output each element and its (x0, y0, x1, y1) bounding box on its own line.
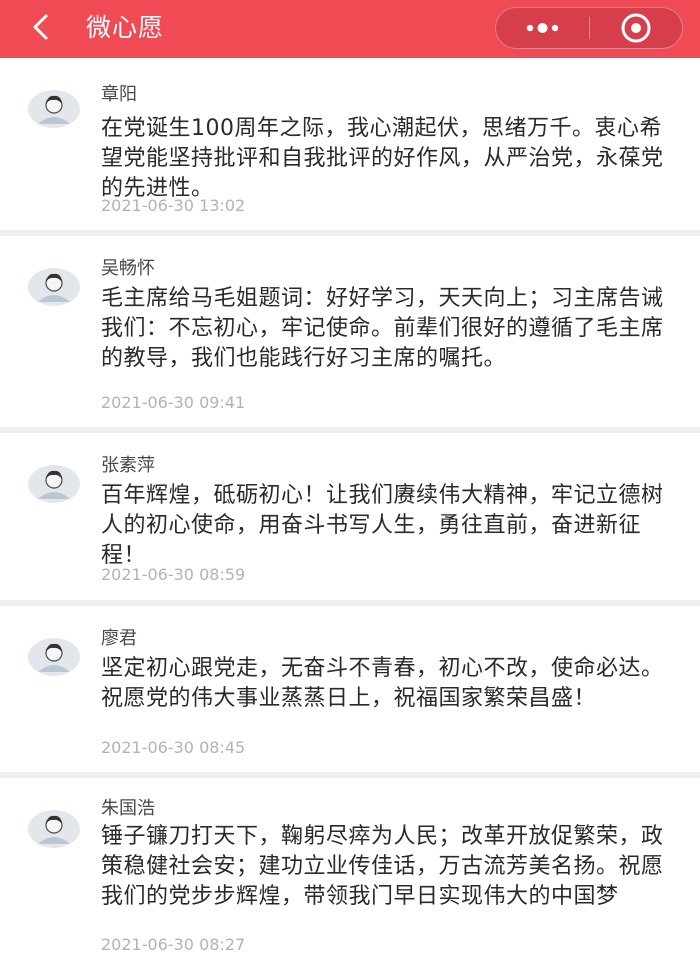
target-circle-icon (621, 13, 651, 43)
back-chevron-icon (33, 14, 48, 40)
mini-program-capsule (495, 7, 683, 49)
more-button[interactable] (496, 8, 589, 48)
comment-item: 廖君 坚定初心跟党走，无奋斗不青春，初心不改，使命必达。祝愿党的伟大事业蒸蒸日上… (0, 606, 700, 778)
comment-time: 2021-06-30 09:41 (101, 393, 246, 412)
commenter-name: 张素萍 (101, 455, 155, 476)
comment-time: 2021-06-30 08:45 (101, 738, 246, 757)
app-screen: 微心愿 章阳 在党诞生100周年之际，我心潮起伏，思绪万千。衷心希望党能坚持批评… (0, 0, 700, 959)
comment-item: 章阳 在党诞生100周年之际，我心潮起伏，思绪万千。衷心希望党能坚持批评和自我批… (0, 58, 700, 236)
commenter-name: 章阳 (101, 84, 137, 105)
back-button[interactable] (22, 6, 62, 50)
close-button[interactable] (590, 8, 682, 48)
comment-item: 朱国浩 锤子镰刀打天下，鞠躬尽瘁为人民；改革开放促繁荣，政策稳健社会安；建功立业… (0, 778, 700, 959)
page-title: 微心愿 (86, 13, 165, 42)
comment-text: 锤子镰刀打天下，鞠躬尽瘁为人民；改革开放促繁荣，政策稳健社会安；建功立业传佳话，… (101, 824, 664, 909)
commenter-name: 朱国浩 (101, 798, 155, 819)
comment-item: 张素萍 百年辉煌，砥砺初心！让我们赓续伟大精神，牢记立德树人的初心使命，用奋斗书… (0, 433, 700, 606)
comment-text: 毛主席给马毛姐题词：好好学习，天天向上；习主席告诫我们：不忘初心，牢记使命。前辈… (101, 286, 664, 371)
comment-text: 坚定初心跟党走，无奋斗不青春，初心不改，使命必达。祝愿党的伟大事业蒸蒸日上，祝福… (101, 656, 664, 711)
more-dots-icon (526, 23, 559, 33)
nav-header: 微心愿 (0, 0, 700, 58)
comment-list: 章阳 在党诞生100周年之际，我心潮起伏，思绪万千。衷心希望党能坚持批评和自我批… (0, 58, 700, 959)
comment-time: 2021-06-30 08:27 (101, 935, 246, 954)
user-avatar-icon (28, 268, 80, 306)
user-avatar-icon (28, 90, 80, 128)
comment-text: 百年辉煌，砥砺初心！让我们赓续伟大精神，牢记立德树人的初心使命，用奋斗书写人生，… (101, 483, 664, 568)
commenter-name: 廖君 (101, 628, 137, 649)
avatar (28, 268, 80, 306)
user-avatar-icon (28, 465, 80, 503)
comment-time: 2021-06-30 08:59 (101, 565, 246, 584)
comment-item: 吴畅怀 毛主席给马毛姐题词：好好学习，天天向上；习主席告诫我们：不忘初心，牢记使… (0, 236, 700, 433)
avatar (28, 465, 80, 503)
avatar (28, 638, 80, 676)
avatar (28, 90, 80, 128)
user-avatar-icon (28, 638, 80, 676)
user-avatar-icon (28, 810, 80, 848)
avatar (28, 810, 80, 848)
comment-text: 在党诞生100周年之际，我心潮起伏，思绪万千。衷心希望党能坚持批评和自我批评的好… (101, 116, 664, 201)
commenter-name: 吴畅怀 (101, 258, 155, 279)
comment-time: 2021-06-30 13:02 (101, 196, 246, 215)
